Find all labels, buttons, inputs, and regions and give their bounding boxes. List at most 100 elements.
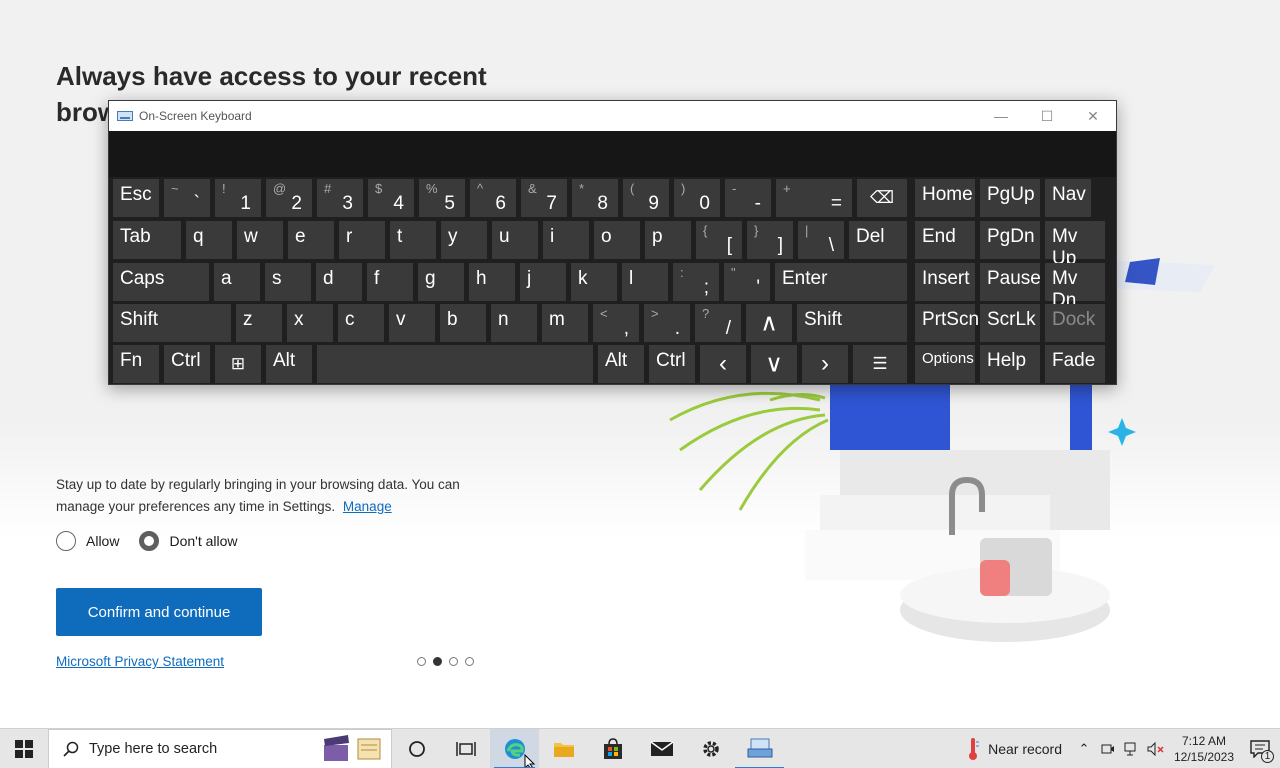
key-caps[interactable]: Caps — [113, 263, 209, 301]
key-prtscn[interactable]: PrtScn — [915, 304, 979, 342]
key-t[interactable]: t — [390, 221, 436, 259]
cortana-button[interactable] — [392, 729, 441, 768]
key-tab[interactable]: Tab — [113, 221, 181, 259]
key-ctrl[interactable]: Ctrl — [649, 345, 695, 383]
task-view-button[interactable] — [441, 729, 490, 768]
key-del[interactable]: Del — [849, 221, 907, 259]
key-7[interactable]: & 7 — [521, 179, 567, 217]
key-dock[interactable]: Dock — [1045, 304, 1105, 342]
key-/[interactable]: ? / — [695, 304, 741, 342]
clock[interactable]: 7:12 AM 12/15/2023 — [1168, 733, 1240, 765]
key-pgup[interactable]: PgUp — [980, 179, 1040, 217]
meet-now-icon[interactable] — [1096, 729, 1120, 768]
file-explorer-button[interactable] — [539, 729, 588, 768]
key-home[interactable]: Home — [915, 179, 975, 217]
key-alt[interactable]: Alt — [598, 345, 644, 383]
key-[[interactable]: {[ — [696, 221, 742, 259]
settings-button[interactable] — [686, 729, 735, 768]
show-hidden-icons-chevron-icon[interactable]: ⌃ — [1072, 729, 1096, 768]
privacy-statement-link[interactable]: Microsoft Privacy Statement — [56, 654, 224, 669]
key-o[interactable]: o — [594, 221, 640, 259]
key-esc[interactable]: Esc — [113, 179, 159, 217]
key-insert[interactable]: Insert — [915, 263, 975, 301]
key-0[interactable]: ) 0 — [674, 179, 720, 217]
key-help[interactable]: Help — [980, 345, 1040, 383]
volume-muted-icon[interactable] — [1144, 729, 1168, 768]
key-\[interactable]: | \ — [798, 221, 844, 259]
key-l[interactable]: l — [622, 263, 668, 301]
key-d[interactable]: d — [316, 263, 362, 301]
edge-taskbar-button[interactable] — [490, 728, 539, 768]
key-;[interactable]: :; — [673, 263, 719, 301]
key-shift[interactable]: Shift — [113, 304, 231, 342]
key-n[interactable]: n — [491, 304, 537, 342]
mail-button[interactable] — [637, 729, 686, 768]
minimize-button[interactable]: — — [978, 101, 1024, 131]
key-x[interactable]: x — [287, 304, 333, 342]
key-e[interactable]: e — [288, 221, 334, 259]
key-right-arrow-icon[interactable]: › — [802, 345, 848, 383]
key-alt[interactable]: Alt — [266, 345, 312, 383]
key-pause[interactable]: Pause — [980, 263, 1041, 301]
key-ctrl[interactable]: Ctrl — [164, 345, 210, 383]
key-k[interactable]: k — [571, 263, 617, 301]
key-h[interactable]: h — [469, 263, 515, 301]
key-y[interactable]: y — [441, 221, 487, 259]
key-mv-dn[interactable]: Mv Dn — [1045, 263, 1105, 311]
key--[interactable]: -- — [725, 179, 771, 217]
osk-title-bar[interactable]: On-Screen Keyboard — ☐ ✕ — [109, 101, 1116, 131]
key-f[interactable]: f — [367, 263, 413, 301]
key-windows-icon[interactable]: ⊞ — [215, 345, 261, 383]
pager-dot-active[interactable] — [433, 657, 442, 666]
network-icon[interactable] — [1120, 729, 1144, 768]
key-shift[interactable]: Shift — [797, 304, 907, 342]
confirm-and-continue-button[interactable]: Confirm and continue — [56, 588, 262, 636]
key-m[interactable]: m — [542, 304, 588, 342]
key-menu-icon[interactable]: ☰ — [853, 345, 907, 383]
on-screen-keyboard-taskbar-button[interactable] — [735, 729, 784, 768]
dont-allow-radio-circle[interactable] — [139, 531, 160, 551]
key-down-arrow-icon[interactable]: ∨ — [751, 345, 797, 383]
key-i[interactable]: i — [543, 221, 589, 259]
key-r[interactable]: r — [339, 221, 385, 259]
microsoft-store-button[interactable] — [588, 729, 637, 768]
key-backspace-icon[interactable]: ⌫ — [857, 179, 907, 217]
manage-link[interactable]: Manage — [343, 499, 392, 514]
key-u[interactable]: u — [492, 221, 538, 259]
close-button[interactable]: ✕ — [1070, 101, 1116, 131]
key-v[interactable]: v — [389, 304, 435, 342]
allow-radio-circle[interactable] — [56, 531, 76, 551]
start-button[interactable] — [0, 729, 48, 768]
key-8[interactable]: * 8 — [572, 179, 618, 217]
key-g[interactable]: g — [418, 263, 464, 301]
key-,[interactable]: <, — [593, 304, 639, 342]
key-space[interactable] — [317, 345, 593, 383]
maximize-button[interactable]: ☐ — [1024, 101, 1070, 131]
dont-allow-radio[interactable]: Don't allow — [139, 531, 238, 551]
key-enter[interactable]: Enter — [775, 263, 907, 301]
key-q[interactable]: q — [186, 221, 232, 259]
key-p[interactable]: p — [645, 221, 691, 259]
key-c[interactable]: c — [338, 304, 384, 342]
taskbar-search-box[interactable]: Type here to search — [48, 728, 392, 768]
key-=[interactable]: + = — [776, 179, 852, 217]
key-j[interactable]: j — [520, 263, 566, 301]
key-1[interactable]: ! 1 — [215, 179, 261, 217]
key-pgdn[interactable]: PgDn — [980, 221, 1040, 259]
weather-widget[interactable]: Near record — [966, 737, 1062, 761]
key-nav[interactable]: Nav — [1045, 179, 1091, 217]
key-up-arrow-icon[interactable]: ∧ — [746, 304, 792, 342]
key-2[interactable]: @2 — [266, 179, 312, 217]
key-`[interactable]: ~ ` — [164, 179, 210, 217]
notification-center-button[interactable]: 1 — [1240, 729, 1280, 768]
key-b[interactable]: b — [440, 304, 486, 342]
key-a[interactable]: a — [214, 263, 260, 301]
pager-dot[interactable] — [449, 657, 458, 666]
key-end[interactable]: End — [915, 221, 975, 259]
key-left-arrow-icon[interactable]: ‹ — [700, 345, 746, 383]
key-fade[interactable]: Fade — [1045, 345, 1105, 383]
key-'[interactable]: " ' — [724, 263, 770, 301]
key-options[interactable]: Options — [915, 345, 975, 383]
key-fn[interactable]: Fn — [113, 345, 159, 383]
key-9[interactable]: (9 — [623, 179, 669, 217]
